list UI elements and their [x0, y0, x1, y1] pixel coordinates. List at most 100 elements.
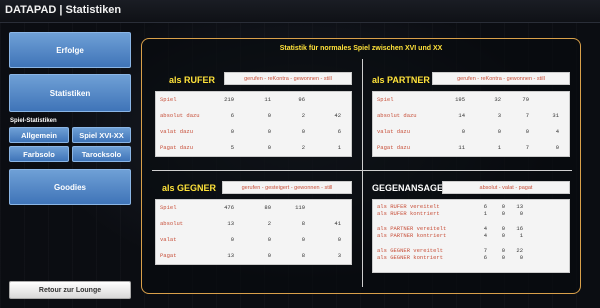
tarocksolo-button[interactable]: Tarocksolo [72, 146, 131, 162]
row-value: 13 [227, 220, 234, 227]
retour-zur-lounge-button[interactable]: Retour zur Lounge [9, 281, 131, 299]
table-row: Pagat dazu 11 1 7 0 [373, 144, 569, 154]
ansagen-line-label: als RUFER kontriert [377, 209, 440, 217]
statistiken-button[interactable]: Statistiken [9, 74, 131, 112]
ansagen-value: 6 [483, 253, 487, 261]
row-value: 7 [525, 144, 529, 151]
ansagen-value: 1 [483, 209, 487, 217]
erfolge-button[interactable]: Erfolge [9, 32, 131, 68]
row-value: 0 [497, 128, 501, 135]
row-value: 6 [337, 128, 341, 135]
table-row: valat 0 0 0 0 [156, 236, 351, 246]
row-value: 42 [334, 112, 341, 119]
row-value: 7 [525, 112, 529, 119]
row-value: 0 [555, 144, 559, 151]
horizontal-divider [152, 170, 572, 171]
ansagen-value: 0 [501, 253, 505, 261]
row-value: 0 [230, 128, 234, 135]
partner-heading: als PARTNER [372, 75, 430, 85]
ansagen-value: 0 [519, 253, 523, 261]
allgemein-button[interactable]: Allgemein [9, 127, 69, 143]
gegenansagen-column-header: absolut - valat - pagat [442, 181, 570, 194]
row-value: 1 [337, 144, 341, 151]
row-label: Pagat [160, 252, 177, 259]
row-label: valat dazu [377, 128, 411, 135]
ansagen-group-labels: als PARTNER vereitelt als PARTNER kontrie… [377, 225, 447, 239]
ansagen-line-label: als GEGNER kontriert [377, 253, 444, 261]
row-value: 31 [552, 112, 559, 119]
table-row: Spiel 195 32 79 [373, 96, 569, 106]
row-value: 8 [301, 252, 305, 259]
statistics-panel: Statistik für normales Spiel zwischen XV… [141, 38, 581, 294]
spiel-xvi-xx-button[interactable]: Spiel XVI-XX [72, 127, 131, 143]
row-value: 0 [230, 236, 234, 243]
table-row: valat dazu 0 0 0 6 [156, 128, 351, 138]
gegner-heading: als GEGNER [162, 183, 217, 193]
ansagen-value: 0 [501, 209, 505, 217]
row-label: absolut [160, 220, 184, 227]
table-row: absolut dazu 14 3 7 31 [373, 112, 569, 122]
ansagen-value: 1 [519, 231, 523, 239]
table-row: Pagat dazu 5 0 2 1 [156, 144, 351, 154]
row-value: 11 [458, 144, 465, 151]
row-label: absolut dazu [377, 112, 417, 119]
row-value: 4 [555, 128, 559, 135]
ansagen-value: 0 [501, 231, 505, 239]
row-value: 0 [267, 144, 271, 151]
row-label: Pagat dazu [160, 144, 194, 151]
ansagen-value-row: 1 0 0 [469, 209, 523, 218]
farbsolo-button[interactable]: Farbsolo [9, 146, 69, 162]
ansagen-value-row: 4 0 1 [469, 231, 523, 240]
table-row: Spiel 219 11 96 [156, 96, 351, 106]
row-value: 476 [224, 204, 234, 211]
row-label: Spiel [160, 204, 177, 211]
row-label: valat dazu [160, 128, 194, 135]
gegner-table: Spiel 476 80 119 absolut 13 2 8 41 valat 0 0 0 0 Pagat… [155, 199, 352, 265]
row-value: 219 [224, 96, 234, 103]
table-row: Spiel 476 80 119 [156, 204, 351, 214]
ansagen-group-labels: als RUFER vereitelt als RUFER kontriert [377, 203, 440, 217]
row-value: 11 [264, 96, 271, 103]
ansagen-value-row: 6 0 0 [469, 253, 523, 262]
gegenansagen-heading: GEGENANSAGEN [372, 183, 450, 193]
panel-title: Statistik für normales Spiel zwischen XV… [279, 45, 443, 52]
gegner-column-header: gerufen - gesteigert - gewonnen - still [222, 181, 352, 194]
rufer-heading: als RUFER [169, 75, 216, 85]
rufer-column-header: gerufen - reKontra - gewonnen - still [224, 72, 352, 85]
ansagen-group-values: 6 0 13 1 0 0 [469, 203, 523, 218]
vertical-divider [362, 59, 363, 287]
row-value: 0 [461, 128, 465, 135]
row-value: 32 [494, 96, 501, 103]
row-value: 0 [267, 236, 271, 243]
row-value: 0 [337, 236, 341, 243]
ansagen-group-values: 4 0 16 4 0 1 [469, 225, 523, 240]
table-row: absolut 13 2 8 41 [156, 220, 351, 230]
goodies-button[interactable]: Goodies [9, 169, 131, 205]
row-label: valat [160, 236, 177, 243]
table-row: valat dazu 0 0 0 4 [373, 128, 569, 138]
row-value: 2 [301, 144, 305, 151]
row-value: 8 [301, 220, 305, 227]
row-value: 80 [264, 204, 271, 211]
row-value: 3 [497, 112, 501, 119]
table-row: absolut dazu 6 0 2 42 [156, 112, 351, 122]
gegenansagen-table: als RUFER vereitelt als RUFER kontriert 6 0… [372, 199, 570, 273]
ansagen-value: 4 [483, 231, 487, 239]
ansagen-group-labels: als GEGNER vereitelt als GEGNER kontriert [377, 247, 444, 261]
row-value: 6 [230, 112, 234, 119]
row-value: 79 [522, 96, 529, 103]
ansagen-line-label: als PARTNER kontriert [377, 231, 447, 239]
row-value: 0 [301, 236, 305, 243]
ansagen-group-values: 7 0 22 6 0 0 [469, 247, 523, 262]
row-value: 0 [301, 128, 305, 135]
row-label: absolut dazu [160, 112, 200, 119]
row-value: 0 [267, 128, 271, 135]
row-value: 13 [227, 252, 234, 259]
row-label: Spiel [160, 96, 177, 103]
row-value: 195 [455, 96, 465, 103]
row-value: 5 [230, 144, 234, 151]
row-value: 1 [497, 144, 501, 151]
row-value: 0 [267, 252, 271, 259]
window-title: DATAPAD | Statistiken [5, 4, 122, 16]
row-value: 3 [337, 252, 341, 259]
